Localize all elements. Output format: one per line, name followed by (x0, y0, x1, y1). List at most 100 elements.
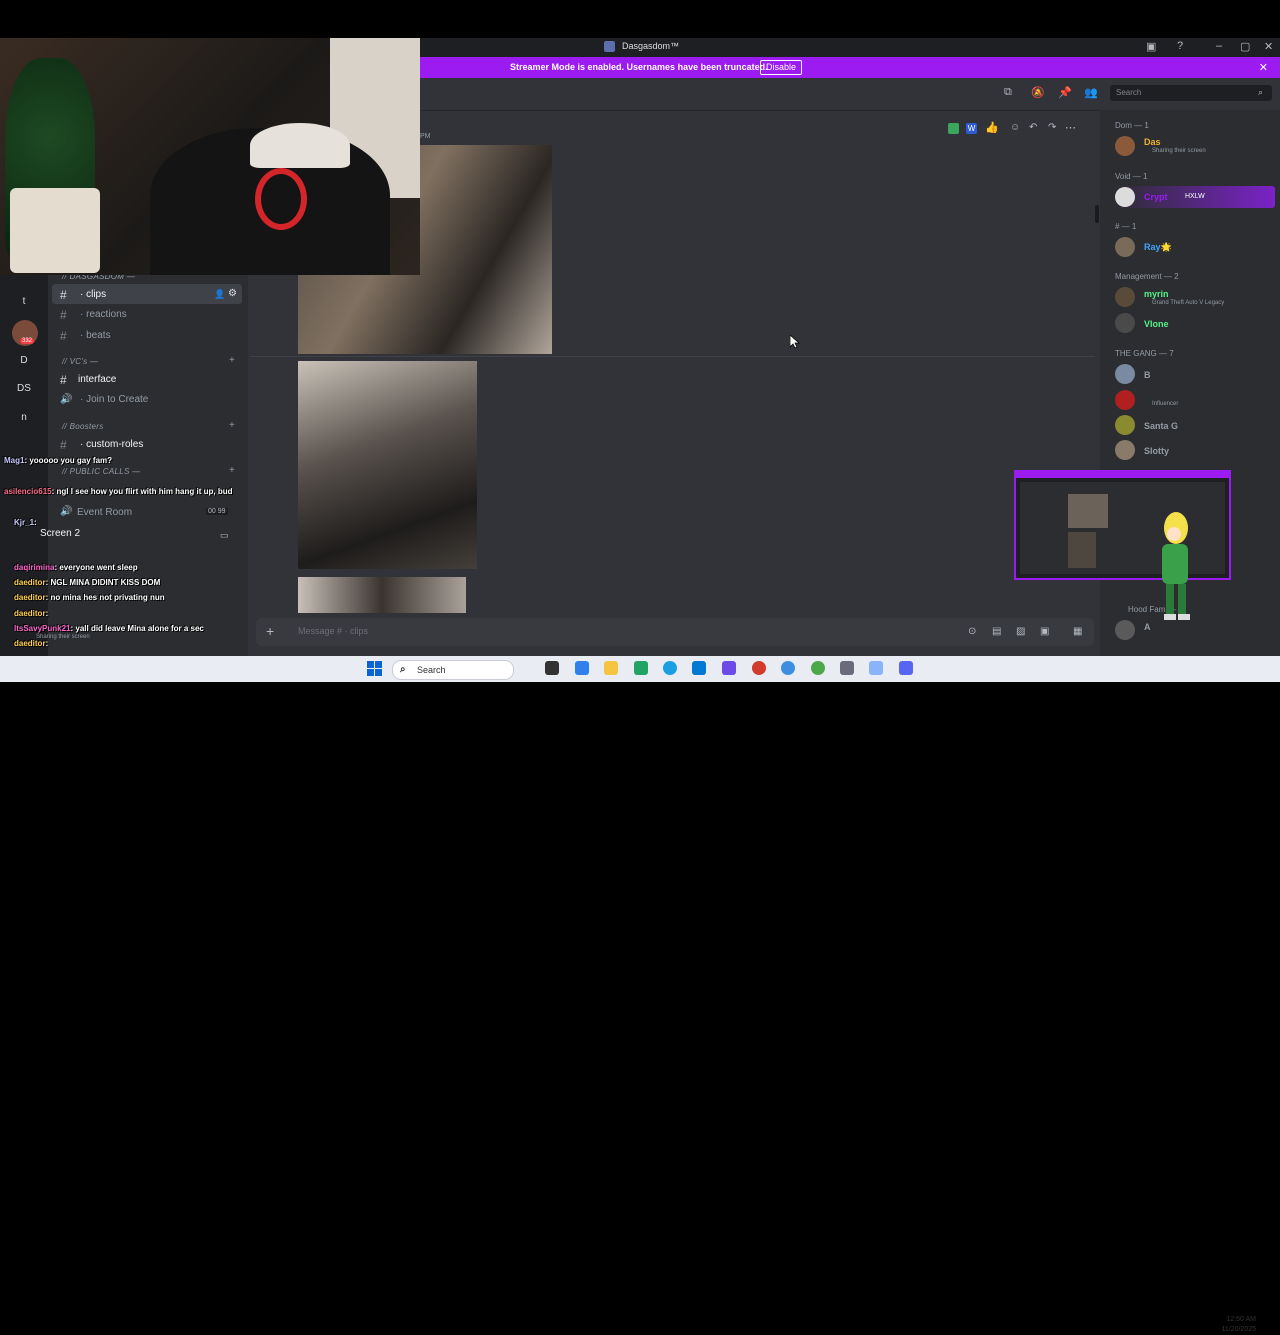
screen-share-preview[interactable] (1014, 470, 1231, 580)
category-public-calls[interactable]: // PUBLIC CALLS — (62, 467, 140, 476)
channel-reactions[interactable]: · reactions (80, 309, 127, 320)
add-attachment-icon[interactable]: + (266, 623, 274, 639)
add-channel-icon[interactable]: + (229, 465, 235, 476)
minimize-icon[interactable]: – (1216, 40, 1222, 52)
member-status: Grand Theft Auto V Legacy (1152, 300, 1225, 306)
app-icon[interactable] (722, 661, 736, 675)
avatar[interactable] (1115, 390, 1135, 410)
mute-bell-icon[interactable]: 🔕 (1031, 86, 1045, 99)
channel-clips[interactable]: · clips (80, 289, 106, 300)
banner-close-icon[interactable]: ✕ (1259, 61, 1268, 74)
member-status: Sharing their screen (1152, 148, 1206, 154)
taskbar-search-label: Search (417, 665, 446, 675)
chat-header (420, 78, 1100, 111)
channel-custom-roles[interactable]: · custom-roles (80, 439, 143, 450)
avatar[interactable] (1115, 187, 1135, 207)
member-name[interactable]: Vlone (1144, 319, 1169, 329)
w-reaction-icon[interactable]: W (966, 123, 977, 134)
avatar[interactable] (1115, 237, 1135, 257)
chair (10, 188, 100, 273)
disable-button[interactable]: Disable (760, 60, 803, 75)
chrome-icon[interactable] (811, 661, 825, 675)
member-name[interactable]: Slotty (1144, 446, 1169, 456)
channel-join-to-create[interactable]: · Join to Create (80, 394, 148, 405)
file-explorer-icon[interactable] (604, 661, 618, 675)
sticker-icon[interactable]: ▨ (1016, 626, 1025, 637)
category-vcs[interactable]: // VC's — (62, 357, 98, 366)
maximize-icon[interactable]: ▢ (1240, 40, 1250, 53)
member-name[interactable]: Das (1144, 137, 1161, 147)
message-placeholder: Message # · clips (298, 626, 369, 636)
avatar[interactable] (1115, 620, 1135, 640)
avatar[interactable] (1115, 415, 1135, 435)
chat-scrollbar[interactable] (1095, 205, 1099, 223)
add-channel-icon[interactable]: + (229, 420, 235, 431)
headset (255, 168, 307, 230)
member-name[interactable]: Santa G (1144, 421, 1178, 431)
member-name[interactable]: myrin (1144, 289, 1169, 299)
server-icon-t[interactable]: t (12, 296, 36, 316)
member-name[interactable]: Crypt (1144, 192, 1168, 202)
gif-icon[interactable]: ▤ (992, 626, 1001, 637)
chat-overlay-line: Kjr_1: (14, 518, 37, 527)
invite-icon[interactable]: 👤 (214, 289, 225, 300)
server-icon-n[interactable]: n (12, 412, 36, 432)
add-channel-icon[interactable]: + (229, 355, 235, 366)
member-group-label: Dom — 1 (1115, 121, 1149, 130)
reply-icon[interactable]: ↶ (1029, 122, 1037, 133)
clock-date: 11/20/2025 (1221, 1326, 1256, 1333)
help-icon[interactable]: ? (1177, 40, 1183, 52)
screen-share-icon[interactable]: ▣ (1146, 40, 1156, 53)
windows-start-icon[interactable] (367, 661, 383, 677)
member-name[interactable]: Ray🌟 (1144, 242, 1172, 253)
attachment-image[interactable] (298, 577, 466, 613)
emoji-icon[interactable]: ▣ (1040, 626, 1049, 637)
thumbs-up-icon[interactable]: 👍 (985, 121, 999, 134)
store-icon[interactable] (692, 661, 706, 675)
system-clock[interactable]: 12:50 AM 11/20/2025 (1221, 1315, 1256, 1335)
edge-icon[interactable] (663, 661, 677, 675)
app-icon[interactable] (869, 661, 883, 675)
search-icon: ⌕ (1258, 87, 1264, 97)
pin-icon[interactable]: 📌 (1058, 86, 1072, 99)
webcam-overlay (0, 38, 420, 275)
server-icon-d[interactable]: D (12, 355, 36, 375)
channel-interface[interactable]: interface (78, 374, 116, 385)
add-reaction-icon[interactable]: ☺ (1010, 122, 1020, 133)
apps-icon[interactable]: ▦ (1073, 626, 1082, 637)
avatar[interactable] (1115, 313, 1135, 333)
threads-icon[interactable]: ⧉ (1004, 86, 1012, 99)
settings-icon[interactable] (840, 661, 854, 675)
search-input[interactable]: Search ⌕ (1110, 85, 1272, 101)
gift-icon[interactable]: ⊙ (968, 626, 976, 637)
chrome-icon[interactable] (781, 661, 795, 675)
forward-icon[interactable]: ↷ (1048, 122, 1056, 133)
xbox-icon[interactable] (634, 661, 648, 675)
stream-icon[interactable]: ▭ (220, 530, 229, 541)
avatar[interactable] (1115, 287, 1135, 307)
copilot-icon[interactable] (575, 661, 589, 675)
avatar[interactable] (1115, 364, 1135, 384)
category-boosters[interactable]: // Boosters (62, 422, 104, 431)
more-options-icon[interactable]: ⋯ (1065, 121, 1076, 134)
preview-image (1068, 532, 1096, 568)
member-name[interactable]: B (1144, 370, 1151, 380)
member-group-label: THE GANG — 7 (1115, 349, 1174, 358)
avatar[interactable] (1115, 136, 1135, 156)
check-reaction-icon[interactable] (948, 123, 959, 134)
channel-beats[interactable]: · beats (80, 330, 111, 341)
app-icon[interactable] (752, 661, 766, 675)
member-list-icon[interactable]: 👥 (1084, 86, 1098, 99)
close-window-icon[interactable]: ✕ (1264, 40, 1273, 53)
task-view-icon[interactable] (545, 661, 559, 675)
attachment-image[interactable] (298, 361, 477, 569)
discord-icon[interactable] (899, 661, 913, 675)
taskbar-search[interactable]: ⌕ Search (392, 660, 514, 680)
gear-icon[interactable]: ⚙ (228, 288, 237, 299)
streamer-mode-banner: Streamer Mode is enabled. Usernames have… (420, 57, 1280, 78)
channel-event-room[interactable]: Event Room (77, 507, 132, 518)
avatar[interactable] (1115, 440, 1135, 460)
server-icon-ds[interactable]: DS (12, 383, 36, 403)
chat-overlay-line: daeditor: NGL MINA DIDINT KISS DOM (14, 578, 161, 587)
message-timestamp: PM (420, 133, 431, 140)
